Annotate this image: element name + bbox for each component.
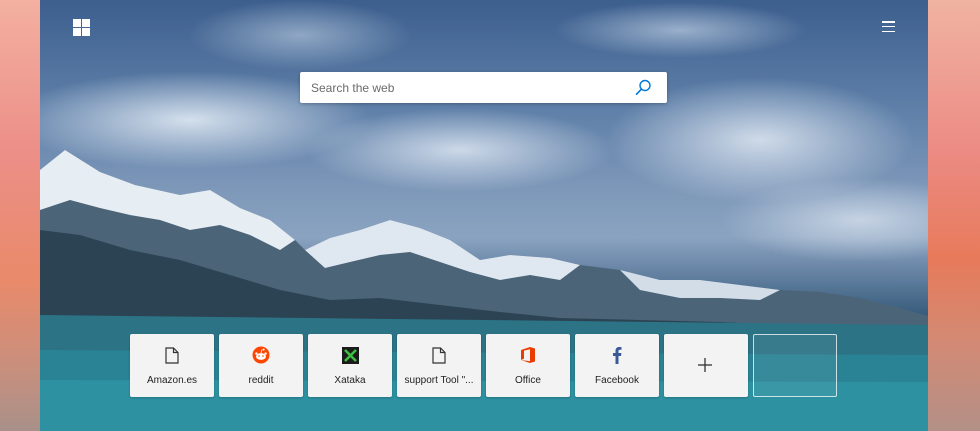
- tile-office[interactable]: Office: [486, 334, 570, 397]
- plus-icon: [696, 356, 714, 374]
- windows-logo[interactable]: [73, 19, 90, 36]
- desktop-wallpaper-left: [0, 0, 40, 431]
- desktop-wallpaper-right: [928, 0, 980, 431]
- new-tab-page: Amazon.es reddit: [40, 0, 928, 431]
- add-site-button[interactable]: [664, 334, 748, 397]
- tile-amazon[interactable]: Amazon.es: [130, 334, 214, 397]
- logo-square: [82, 19, 90, 27]
- page-icon: [430, 346, 448, 364]
- menu-line: [882, 30, 895, 32]
- empty-tile-slot[interactable]: [753, 334, 837, 397]
- hamburger-menu-icon[interactable]: [882, 21, 895, 32]
- top-sites: Amazon.es reddit Xataka support Tool "..…: [130, 334, 838, 397]
- tile-label: Facebook: [595, 375, 639, 386]
- office-icon: [519, 346, 537, 364]
- tile-label: reddit: [248, 375, 274, 386]
- logo-square: [73, 19, 81, 27]
- tile-label: Amazon.es: [146, 375, 198, 386]
- search-input[interactable]: [300, 72, 630, 103]
- tile-label: support Tool "...: [404, 375, 474, 386]
- menu-line: [882, 21, 895, 23]
- tile-label: Xataka: [334, 375, 366, 386]
- search-box[interactable]: [300, 72, 667, 103]
- menu-line: [882, 25, 895, 28]
- tile-xataka[interactable]: Xataka: [308, 334, 392, 397]
- tile-reddit[interactable]: reddit: [219, 334, 303, 397]
- facebook-icon: [608, 346, 626, 364]
- tile-label: Office: [515, 375, 541, 386]
- tile-facebook[interactable]: Facebook: [575, 334, 659, 397]
- logo-square: [73, 28, 81, 36]
- page-icon: [163, 346, 181, 364]
- xataka-icon: [341, 346, 359, 364]
- tile-support-tool[interactable]: support Tool "...: [397, 334, 481, 397]
- logo-square: [82, 28, 90, 36]
- search-icon[interactable]: [635, 79, 652, 96]
- reddit-icon: [252, 346, 270, 364]
